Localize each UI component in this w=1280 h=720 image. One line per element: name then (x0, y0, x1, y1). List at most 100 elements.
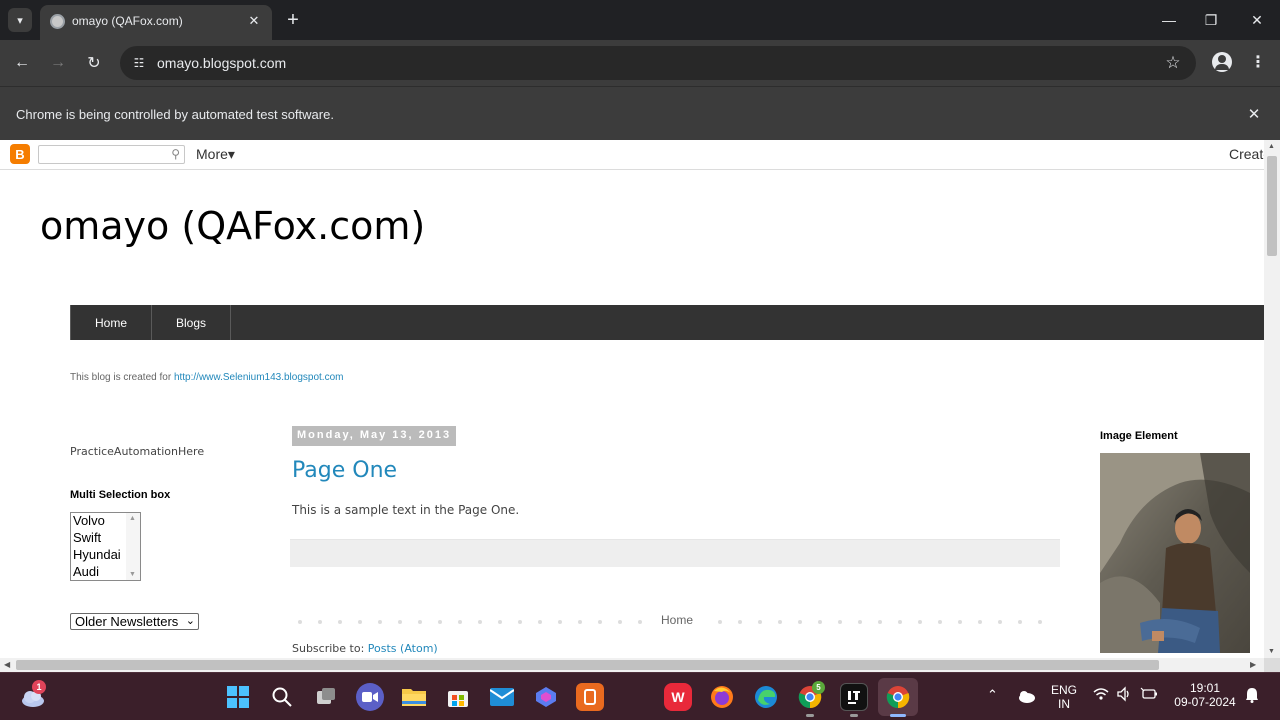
option-volvo[interactable]: Volvo (73, 513, 105, 528)
scroll-right-arrow-icon[interactable]: ▶ (1250, 660, 1256, 669)
tab-close-icon[interactable]: ✕ (244, 11, 264, 31)
site-info-tune-icon[interactable]: ☷ (128, 52, 150, 74)
description-text: This blog is created for (70, 372, 174, 383)
back-arrow-icon[interactable]: ← (10, 51, 34, 75)
restore-icon[interactable]: ❐ (1199, 8, 1223, 32)
notification-badge: 1 (32, 680, 46, 694)
language-line2: IN (1058, 697, 1070, 711)
infobar-message: Chrome is being controlled by automated … (16, 107, 334, 122)
page-viewport: B ⚲ More▾ Create omayo (QAFox.com) Home … (0, 140, 1280, 672)
pager-dot (1038, 620, 1042, 624)
teams-meet-icon[interactable] (356, 683, 384, 711)
pager-dot (758, 620, 762, 624)
infobar-close-icon[interactable]: ✕ (1244, 104, 1264, 124)
horizontal-scrollbar[interactable]: ◀ ▶ (0, 658, 1264, 672)
pager-dot (998, 620, 1002, 624)
scroll-left-arrow-icon[interactable]: ◀ (4, 660, 10, 669)
post-date-header: Monday, May 13, 2013 (292, 426, 457, 446)
pager-dot (378, 620, 382, 624)
minimize-icon[interactable]: — (1157, 8, 1181, 32)
blog-description: This blog is created for http://www.Sele… (70, 372, 343, 383)
reload-icon[interactable]: ↻ (82, 51, 106, 75)
chrome-active-icon[interactable] (878, 678, 918, 716)
pager-dot (578, 620, 582, 624)
mail-icon[interactable] (488, 683, 516, 711)
selenium143-link[interactable]: http://www.Selenium143.blogspot.com (174, 372, 344, 383)
copilot-icon[interactable] (532, 683, 560, 711)
forward-arrow-icon[interactable]: → (46, 51, 70, 75)
post-title-link[interactable]: Page One (292, 458, 397, 483)
firefox-icon[interactable] (708, 683, 736, 711)
pager-dot (638, 620, 642, 624)
pager-dot (538, 620, 542, 624)
pager-dot (838, 620, 842, 624)
post-footer (290, 539, 1060, 567)
globe-icon (50, 14, 65, 29)
scroll-down-icon[interactable]: ▼ (129, 571, 136, 578)
tab-blogs[interactable]: Blogs (152, 305, 231, 340)
edge-icon[interactable] (752, 683, 780, 711)
multi-box-scrollbar[interactable]: ▲ ▼ (126, 513, 140, 580)
more-menu[interactable]: More▾ (196, 146, 235, 163)
microsoft-store-icon[interactable] (444, 683, 472, 711)
pager-dot (458, 620, 462, 624)
wps-office-icon[interactable]: W (664, 683, 692, 711)
horizontal-scroll-thumb[interactable] (16, 660, 1159, 670)
vertical-scroll-thumb[interactable] (1267, 156, 1277, 256)
onedrive-cloud-icon[interactable] (1016, 689, 1036, 703)
running-indicator (806, 714, 814, 717)
battery-icon[interactable] (1140, 687, 1158, 704)
older-newsletters-dropdown[interactable]: Older Newsletters ⌄ (70, 613, 199, 630)
multi-selection-box[interactable]: Volvo Swift Hyundai Audi ▲ ▼ (70, 512, 141, 581)
pager-dot (938, 620, 942, 624)
url-text[interactable]: omayo.blogspot.com (157, 55, 286, 71)
wifi-icon[interactable] (1093, 687, 1109, 704)
tab-omayo[interactable]: omayo (QAFox.com) ✕ (40, 5, 272, 40)
pager-dot (718, 620, 722, 624)
vertical-scrollbar[interactable]: ▲ ▼ (1264, 140, 1280, 658)
show-hidden-icons-chevron-icon[interactable]: ⌃ (987, 687, 998, 703)
volume-icon[interactable] (1116, 686, 1132, 705)
search-icon[interactable] (268, 683, 296, 711)
profile-avatar-icon[interactable] (1212, 52, 1232, 72)
pager-dot (598, 620, 602, 624)
option-audi[interactable]: Audi (73, 564, 99, 579)
search-icon[interactable]: ⚲ (171, 147, 180, 161)
scroll-down-arrow-icon[interactable]: ▼ (1268, 648, 1275, 655)
tab-search-chevron-icon[interactable]: ▾ (8, 8, 32, 32)
close-window-icon[interactable]: ✕ (1245, 8, 1269, 32)
bookmark-star-icon[interactable]: ☆ (1162, 52, 1184, 74)
address-bar[interactable]: ☷ omayo.blogspot.com ☆ (120, 46, 1196, 80)
clock-date: 09-07-2024 (1174, 695, 1236, 709)
pager-dot (318, 620, 322, 624)
language-indicator[interactable]: ENG IN (1046, 683, 1082, 711)
blogger-logo-icon[interactable]: B (10, 144, 30, 164)
kebab-menu-icon[interactable]: ⋮ (1248, 52, 1268, 72)
pager-dot (558, 620, 562, 624)
option-swift[interactable]: Swift (73, 530, 101, 545)
scroll-up-arrow-icon[interactable]: ▲ (1268, 143, 1275, 150)
windows-start-icon[interactable] (224, 683, 252, 711)
new-tab-plus-icon[interactable]: + (282, 9, 304, 31)
blogger-search-input[interactable]: ⚲ (38, 145, 185, 164)
scroll-up-icon[interactable]: ▲ (129, 515, 136, 522)
post-body: This is a sample text in the Page One. (292, 503, 520, 517)
tab-title: omayo (QAFox.com) (72, 14, 183, 28)
image-element-title: Image Element (1100, 430, 1178, 442)
office-app-icon[interactable] (576, 683, 604, 711)
posts-atom-link[interactable]: Posts (Atom) (368, 642, 438, 655)
file-explorer-icon[interactable] (400, 683, 428, 711)
task-view-icon[interactable] (312, 683, 340, 711)
intellij-icon[interactable] (840, 683, 868, 711)
subscribe-line: Subscribe to: Posts (Atom) (292, 642, 438, 655)
pager-dot (778, 620, 782, 624)
notification-bell-icon[interactable] (1245, 687, 1259, 706)
option-hyundai[interactable]: Hyundai (73, 547, 121, 562)
tab-home[interactable]: Home (70, 305, 152, 340)
blog-title[interactable]: omayo (QAFox.com) (40, 204, 425, 248)
pager-dot (358, 620, 362, 624)
pager-home-link[interactable]: Home (657, 613, 698, 627)
pager-dot (818, 620, 822, 624)
multi-selection-title: Multi Selection box (70, 489, 171, 501)
clock[interactable]: 19:01 09-07-2024 (1170, 681, 1240, 709)
